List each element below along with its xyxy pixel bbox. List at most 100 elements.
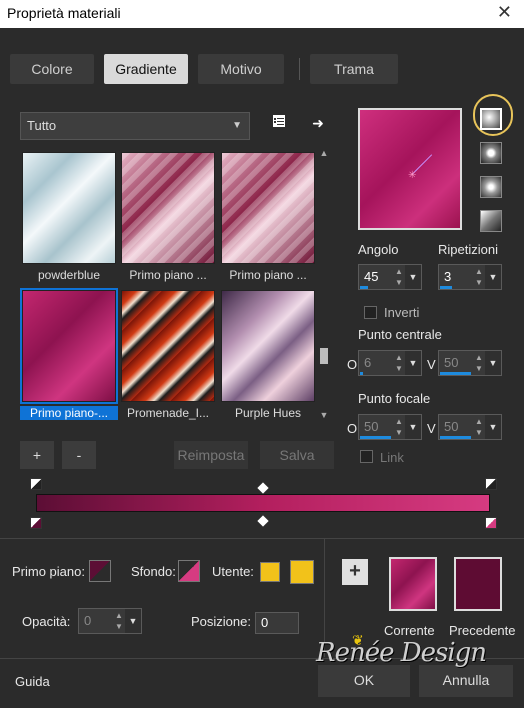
gallery-item-label: Purple Hues <box>234 406 302 420</box>
center-h-value: 6 <box>364 355 372 370</box>
chevron-down-icon[interactable]: ▼ <box>485 265 501 289</box>
tab-colore[interactable]: Colore <box>10 54 94 84</box>
gradient-preview[interactable]: ✳ <box>358 108 462 230</box>
close-icon[interactable]: ✕ <box>497 2 512 23</box>
link-checkbox[interactable] <box>360 450 373 463</box>
gallery-item[interactable] <box>221 290 317 402</box>
gallery-item[interactable] <box>221 152 317 264</box>
remove-gradient-button[interactable]: - <box>62 441 96 469</box>
scroll-down-icon[interactable]: ▼ <box>318 410 330 422</box>
foreground-swatch[interactable] <box>89 560 111 582</box>
top-stop-left-icon[interactable] <box>30 478 42 490</box>
tab-trama[interactable]: Trama <box>310 54 398 84</box>
add-to-swatches-icon[interactable]: + <box>342 559 368 585</box>
gallery-item[interactable] <box>121 152 217 264</box>
focal-h-field[interactable]: 50 ▲ ▼ ▼ <box>358 414 422 440</box>
help-button[interactable]: Guida <box>15 674 50 689</box>
scroll-thumb[interactable] <box>320 348 328 364</box>
center-h-slider[interactable] <box>360 372 363 375</box>
color-stop-right-icon[interactable] <box>485 517 497 529</box>
center-v-slider[interactable] <box>440 372 471 375</box>
spinner-icon[interactable]: ▲ ▼ <box>113 610 125 632</box>
opacity-field[interactable]: 0 ▲ ▼ ▼ <box>78 608 142 634</box>
previous-swatch[interactable] <box>454 557 502 611</box>
focal-v-slider[interactable] <box>440 436 471 439</box>
gallery-item-label: Promenade_I... <box>126 406 210 420</box>
scroll-up-icon[interactable]: ▲ <box>318 148 330 160</box>
tab-gradiente[interactable]: Gradiente <box>104 54 188 84</box>
spinner-icon[interactable]: ▲ ▼ <box>393 352 405 374</box>
gradient-bar[interactable] <box>36 494 490 512</box>
linear-style-icon[interactable] <box>480 108 502 130</box>
category-dropdown[interactable]: Tutto ▼ <box>20 112 250 140</box>
repeat-value: 3 <box>444 269 452 284</box>
invert-label: Inverti <box>384 305 420 320</box>
center-v-field[interactable]: 50 ▲ ▼ ▼ <box>438 350 502 376</box>
radial-style-icon[interactable] <box>480 210 502 232</box>
top-stop-right-icon[interactable] <box>485 478 497 490</box>
library-icon[interactable] <box>268 113 290 135</box>
spinner-icon[interactable]: ▲ ▼ <box>473 266 485 288</box>
background-swatch[interactable] <box>178 560 200 582</box>
invert-checkbox[interactable] <box>364 306 377 319</box>
focal-h-value: 50 <box>364 419 379 434</box>
midpoint-top-icon[interactable] <box>257 482 269 494</box>
previous-label: Precedente <box>449 623 516 638</box>
save-button[interactable]: Salva <box>260 441 334 469</box>
user-color-swatch[interactable] <box>260 562 280 582</box>
tab-motivo[interactable]: Motivo <box>198 54 284 84</box>
spinner-icon[interactable]: ▲ ▼ <box>393 416 405 438</box>
gallery-item[interactable] <box>22 152 118 264</box>
repeat-field[interactable]: 3 ▲ ▼ ▼ <box>438 264 502 290</box>
focal-v-label: V <box>427 421 436 436</box>
angle-label: Angolo <box>358 242 399 257</box>
sunburst-style-icon[interactable] <box>480 176 502 198</box>
ok-button[interactable]: OK <box>318 665 410 697</box>
current-swatch[interactable] <box>389 557 437 611</box>
color-stop-left-icon[interactable] <box>30 517 42 529</box>
midpoint-bottom-icon[interactable] <box>257 515 269 527</box>
tab-bar: Colore Gradiente Motivo Trama <box>0 40 524 96</box>
spinner-icon[interactable]: ▲ ▼ <box>473 352 485 374</box>
angle-field[interactable]: 45 ▲ ▼ ▼ <box>358 264 422 290</box>
repeat-slider[interactable] <box>440 286 452 289</box>
chevron-down-icon[interactable]: ▼ <box>485 415 501 439</box>
chevron-down-icon[interactable]: ▼ <box>125 609 141 633</box>
angle-slider[interactable] <box>360 286 368 289</box>
spinner-icon[interactable]: ▲ ▼ <box>393 266 405 288</box>
user-color-swatch-large[interactable] <box>290 560 314 584</box>
gallery-scrollbar[interactable]: ▲ ▼ <box>318 148 330 422</box>
focal-h-slider[interactable] <box>360 436 391 439</box>
link-label: Link <box>380 450 404 465</box>
chevron-down-icon[interactable]: ▼ <box>485 351 501 375</box>
focal-v-value: 50 <box>444 419 459 434</box>
center-h-field[interactable]: 6 ▲ ▼ ▼ <box>358 350 422 376</box>
title-bar: Proprietà materiali ✕ <box>0 0 524 28</box>
chevron-down-icon[interactable]: ▼ <box>405 265 421 289</box>
tab-divider <box>299 58 300 80</box>
center-point-icon[interactable]: ✳ <box>408 170 416 181</box>
chevron-down-icon[interactable]: ▼ <box>405 415 421 439</box>
cancel-button[interactable]: Annulla <box>419 665 513 697</box>
arrow-right-icon[interactable]: ➜ <box>307 112 329 134</box>
gallery-item[interactable] <box>121 290 217 402</box>
opacity-value: 0 <box>84 613 92 628</box>
repeat-label: Ripetizioni <box>438 242 498 257</box>
window-title: Proprietà materiali <box>7 5 121 21</box>
add-gradient-button[interactable]: + <box>20 441 54 469</box>
opacity-label: Opacità: <box>22 614 71 629</box>
spinner-icon[interactable]: ▲ ▼ <box>473 416 485 438</box>
chevron-down-icon: ▼ <box>232 120 242 131</box>
center-point-label: Punto centrale <box>358 327 442 342</box>
center-v-label: V <box>427 357 436 372</box>
gallery-item-selected[interactable] <box>20 288 118 404</box>
foreground-label: Primo piano: <box>12 564 85 579</box>
rectangular-style-icon[interactable] <box>480 142 502 164</box>
category-value: Tutto <box>27 118 57 133</box>
reset-button[interactable]: Reimposta <box>174 441 248 469</box>
center-h-label: O <box>347 357 358 372</box>
chevron-down-icon[interactable]: ▼ <box>405 351 421 375</box>
gallery-item-label: Primo piano ... <box>229 268 307 282</box>
focal-v-field[interactable]: 50 ▲ ▼ ▼ <box>438 414 502 440</box>
position-field[interactable]: 0 <box>255 612 299 634</box>
